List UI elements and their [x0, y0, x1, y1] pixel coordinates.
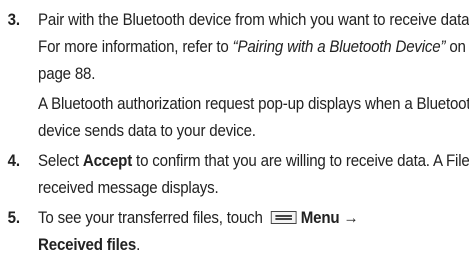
step-text: To see your transferred files, touch Men… [38, 205, 469, 259]
document-page: 3. Pair with the Bluetooth device from w… [0, 0, 469, 272]
cross-reference: “Pairing with a Bluetooth Device” [232, 38, 446, 56]
received-files-label: Received files [38, 236, 137, 254]
step-text: Select Accept to confirm that you are wi… [38, 148, 469, 202]
menu-label: Menu → [300, 209, 359, 227]
step-number: 4. [7, 152, 20, 170]
step-text: Pair with the Bluetooth device from whic… [38, 7, 469, 88]
step-text-pre: Select [38, 152, 83, 170]
accept-label: Accept [82, 152, 133, 170]
step-3: 3. Pair with the Bluetooth device from w… [4, 7, 469, 145]
step-text-post: . [136, 236, 141, 254]
menu-icon [270, 211, 297, 224]
step-text-pre: To see your transferred files, touch [38, 209, 267, 227]
step-number: 3. [7, 11, 20, 29]
step-5: 5. To see your transferred files, touch … [4, 205, 469, 259]
step-note: A Bluetooth authorization request pop-up… [38, 95, 469, 140]
step-4: 4. Select Accept to confirm that you are… [4, 148, 469, 202]
step-number: 5. [7, 209, 20, 227]
